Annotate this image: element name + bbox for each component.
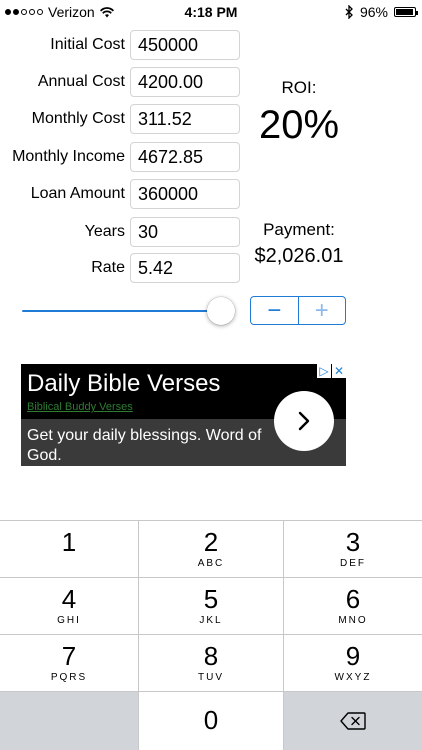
key-blank	[0, 692, 138, 750]
ad-choices-icon[interactable]: ▷	[317, 364, 331, 378]
status-bar: Verizon 4:18 PM 96%	[0, 0, 422, 24]
ad-description: Get your daily blessings. Word of God.	[27, 427, 262, 464]
key-letters: TUV	[198, 672, 224, 683]
key-6[interactable]: 6 MNO	[284, 578, 422, 635]
rate-stepper[interactable]: − +	[250, 296, 346, 325]
chevron-right-icon	[298, 411, 310, 431]
monthly-cost-label: Monthly Cost	[31, 110, 125, 127]
years-field[interactable]: 30	[130, 217, 240, 247]
roi-label: ROI:	[281, 78, 317, 97]
ad-choices[interactable]: ▷ ✕	[316, 364, 346, 378]
stepper-decrement-button[interactable]: −	[251, 297, 298, 324]
key-digit: 3	[345, 527, 361, 557]
key-digit: 4	[61, 584, 77, 614]
payment-value: $2,026.01	[254, 245, 344, 267]
key-digit: 9	[345, 641, 361, 671]
key-digit: 0	[203, 705, 219, 735]
key-digit: 6	[345, 584, 361, 614]
loan-amount-field[interactable]: 360000	[130, 179, 240, 209]
key-digit: 8	[203, 641, 219, 671]
initial-cost-field[interactable]: 450000	[130, 30, 240, 60]
key-8[interactable]: 8 TUV	[139, 635, 283, 692]
key-letters: ABC	[197, 558, 225, 569]
ad-sponsor-link[interactable]: Biblical Buddy Verses	[27, 401, 133, 413]
annual-cost-label: Annual Cost	[37, 73, 125, 90]
monthly-income-field[interactable]: 4672.85	[130, 142, 240, 172]
loan-amount-label: Loan Amount	[30, 185, 125, 202]
key-0[interactable]: 0	[139, 692, 283, 750]
key-4[interactable]: 4 GHI	[0, 578, 138, 635]
key-letters: GHI	[57, 615, 81, 626]
rate-field[interactable]: 5.42	[130, 253, 240, 283]
key-letters: DEF	[340, 558, 366, 569]
key-7[interactable]: 7 PQRS	[0, 635, 138, 692]
bluetooth-icon	[345, 5, 353, 19]
delete-key[interactable]	[284, 692, 422, 750]
rate-label: Rate	[91, 259, 125, 276]
key-letters: JKL	[199, 615, 223, 626]
battery-icon	[394, 7, 418, 17]
ad-title[interactable]: Daily Bible Verses	[27, 370, 220, 398]
stepper-increment-button[interactable]: +	[299, 297, 346, 324]
keypad-divider	[283, 520, 284, 750]
rate-slider-track[interactable]	[22, 310, 227, 312]
key-5[interactable]: 5 JKL	[139, 578, 283, 635]
key-letters: MNO	[338, 615, 368, 626]
keypad-divider	[138, 520, 139, 750]
status-right: 96%	[345, 4, 418, 20]
initial-cost-label: Initial Cost	[50, 36, 125, 53]
key-digit: 7	[61, 641, 77, 671]
payment-label: Payment:	[263, 220, 335, 239]
key-9[interactable]: 9 WXYZ	[284, 635, 422, 692]
monthly-income-label: Monthly Income	[12, 148, 125, 165]
key-digit: 5	[203, 584, 219, 614]
ad-close-icon[interactable]: ✕	[332, 364, 346, 378]
ad-open-button[interactable]	[274, 391, 334, 451]
key-3[interactable]: 3 DEF	[284, 521, 422, 578]
ad-banner[interactable]: Daily Bible Verses Biblical Buddy Verses…	[21, 364, 346, 466]
monthly-cost-field[interactable]: 311.52	[130, 104, 240, 134]
key-2[interactable]: 2 ABC	[139, 521, 283, 578]
key-1[interactable]: 1	[0, 521, 138, 578]
numeric-keypad: 1 2 ABC 3 DEF 4 GHI 5 JKL 6 MNO 7 PQRS 8…	[0, 520, 422, 750]
key-letters: PQRS	[50, 672, 88, 683]
roi-value: 20%	[258, 103, 340, 147]
annual-cost-field[interactable]: 4200.00	[130, 67, 240, 97]
key-digit: 2	[203, 527, 219, 557]
key-digit: 1	[61, 527, 77, 557]
battery-percent: 96%	[359, 4, 388, 20]
years-label: Years	[84, 223, 125, 240]
backspace-icon	[340, 712, 366, 730]
key-letters: WXYZ	[334, 672, 372, 683]
rate-slider-thumb[interactable]	[207, 297, 235, 325]
